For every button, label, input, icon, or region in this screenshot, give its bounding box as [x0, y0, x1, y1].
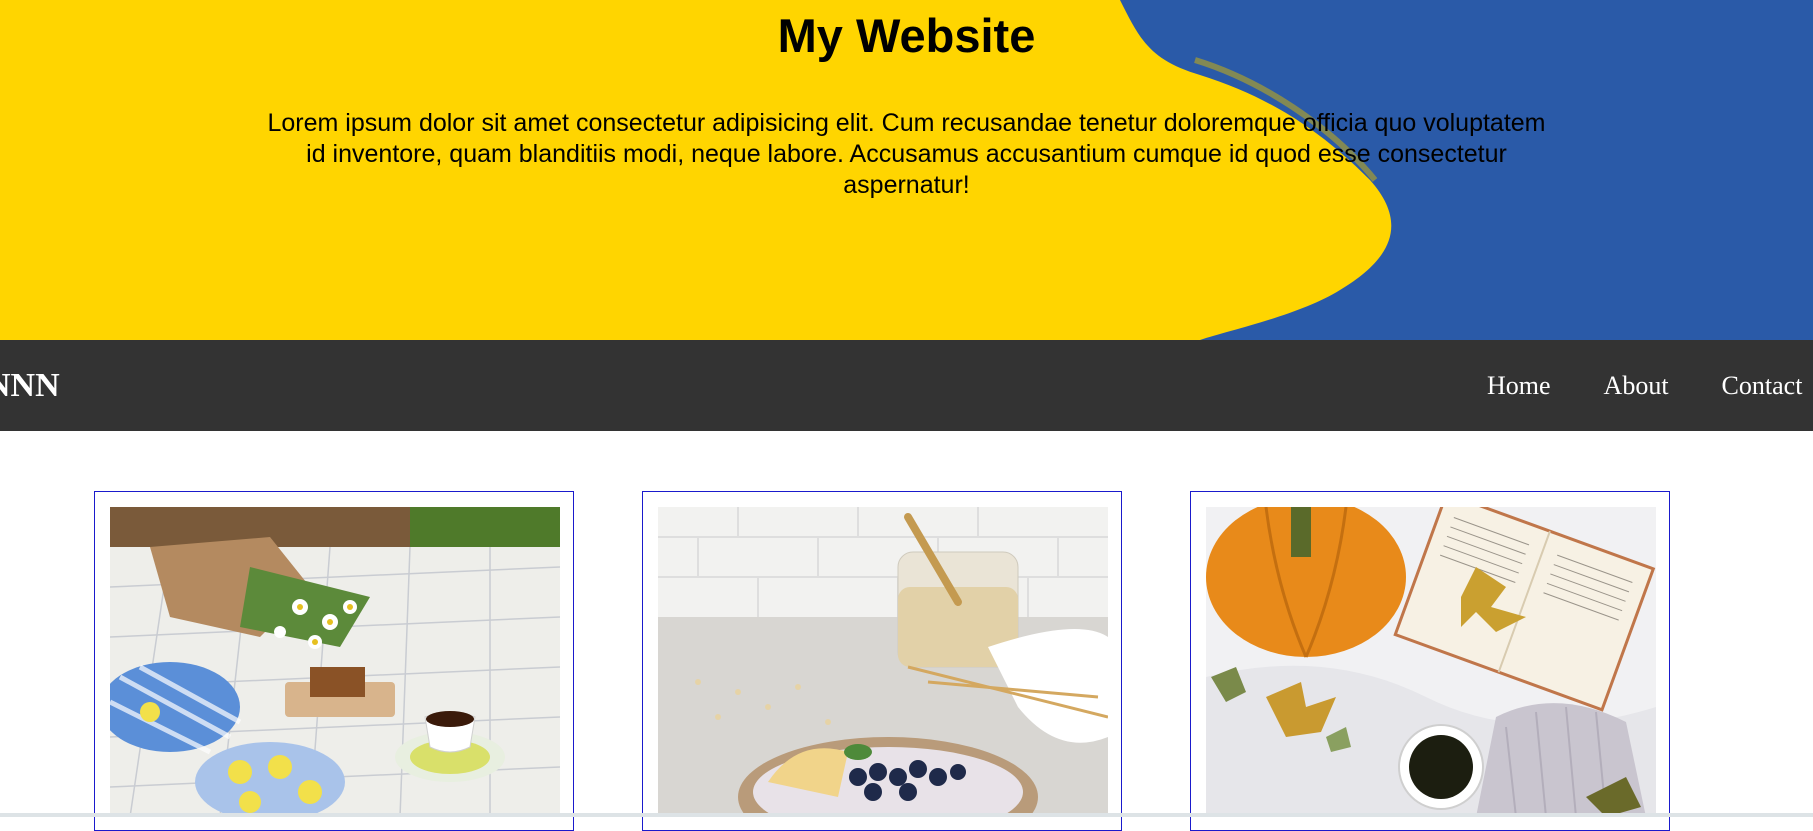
nav-link-home[interactable]: Home — [1487, 370, 1551, 402]
nav-link-about[interactable]: About — [1604, 370, 1669, 402]
picnic-photo — [110, 507, 560, 817]
nav-link-contact[interactable]: Contact — [1722, 370, 1803, 402]
page-title: My Website — [777, 9, 1036, 62]
card-grid — [0, 491, 1813, 831]
card-oatmeal[interactable] — [642, 491, 1122, 831]
bottom-divider — [0, 813, 1813, 817]
brand-logo[interactable]: NNN — [0, 366, 60, 406]
hero-description: Lorem ipsum dolor sit amet consectetur a… — [267, 109, 1546, 199]
oatmeal-photo — [658, 507, 1108, 817]
hero-banner: My Website Lorem ipsum dolor sit amet co… — [0, 0, 1813, 340]
nav-links: Home About Contact — [1487, 370, 1802, 402]
navbar: NNN Home About Contact — [0, 340, 1813, 431]
autumn-photo — [1206, 507, 1656, 817]
card-picnic[interactable] — [94, 491, 574, 831]
card-autumn[interactable] — [1190, 491, 1670, 831]
